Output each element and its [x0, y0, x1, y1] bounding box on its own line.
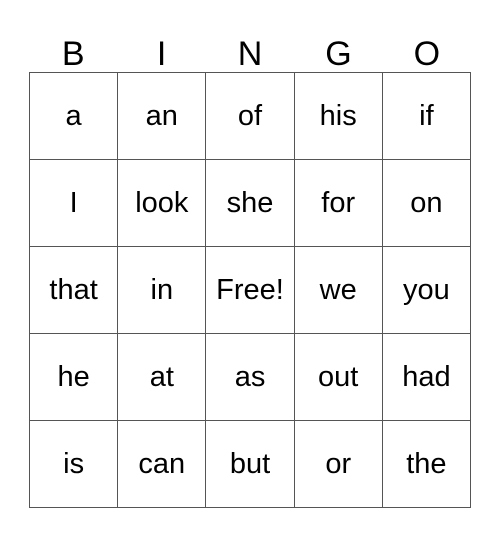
bingo-cell-b3[interactable]: that — [30, 247, 119, 334]
bingo-cell-n1[interactable]: of — [206, 73, 295, 160]
bingo-cell-o5[interactable]: the — [382, 421, 472, 508]
bingo-header-letter-n: N — [237, 35, 263, 73]
bingo-row-4: he at as out had — [30, 334, 472, 421]
bingo-cell-free-space[interactable]: Free! — [206, 247, 295, 334]
bingo-cell-g2[interactable]: for — [294, 160, 383, 247]
bingo-row-5: is can but or the — [30, 421, 472, 508]
bingo-card: B I N G O a an of his if I look she for … — [29, 22, 472, 508]
bingo-cell-b4[interactable]: he — [30, 334, 119, 421]
bingo-grid: a an of his if I look she for on that in… — [29, 72, 472, 508]
bingo-cell-b5[interactable]: is — [30, 421, 119, 508]
bingo-header-letter-g: G — [325, 35, 352, 73]
bingo-cell-i2[interactable]: look — [118, 160, 207, 247]
bingo-cell-g4[interactable]: out — [294, 334, 383, 421]
bingo-cell-n2[interactable]: she — [206, 160, 295, 247]
bingo-cell-i3[interactable]: in — [118, 247, 207, 334]
bingo-cell-n5[interactable]: but — [206, 421, 295, 508]
bingo-cell-g1[interactable]: his — [294, 73, 383, 160]
bingo-cell-o3[interactable]: you — [382, 247, 472, 334]
bingo-cell-o2[interactable]: on — [382, 160, 472, 247]
bingo-cell-o4[interactable]: had — [382, 334, 472, 421]
bingo-header-letter-i: I — [156, 35, 167, 73]
bingo-cell-i1[interactable]: an — [118, 73, 207, 160]
bingo-row-3: that in Free! we you — [30, 247, 472, 334]
bingo-cell-o1[interactable]: if — [382, 73, 472, 160]
bingo-header-letter-b: B — [61, 35, 85, 73]
bingo-cell-g3[interactable]: we — [294, 247, 383, 334]
bingo-row-2: I look she for on — [30, 160, 472, 247]
bingo-row-1: a an of his if — [30, 73, 472, 160]
bingo-cell-g5[interactable]: or — [294, 421, 383, 508]
bingo-cell-i4[interactable]: at — [118, 334, 207, 421]
bingo-header-row: B I N G O — [29, 22, 471, 72]
bingo-cell-b2[interactable]: I — [30, 160, 119, 247]
bingo-cell-i5[interactable]: can — [118, 421, 207, 508]
bingo-cell-b1[interactable]: a — [30, 73, 119, 160]
bingo-header-letter-o: O — [413, 35, 441, 73]
bingo-cell-n4[interactable]: as — [206, 334, 295, 421]
